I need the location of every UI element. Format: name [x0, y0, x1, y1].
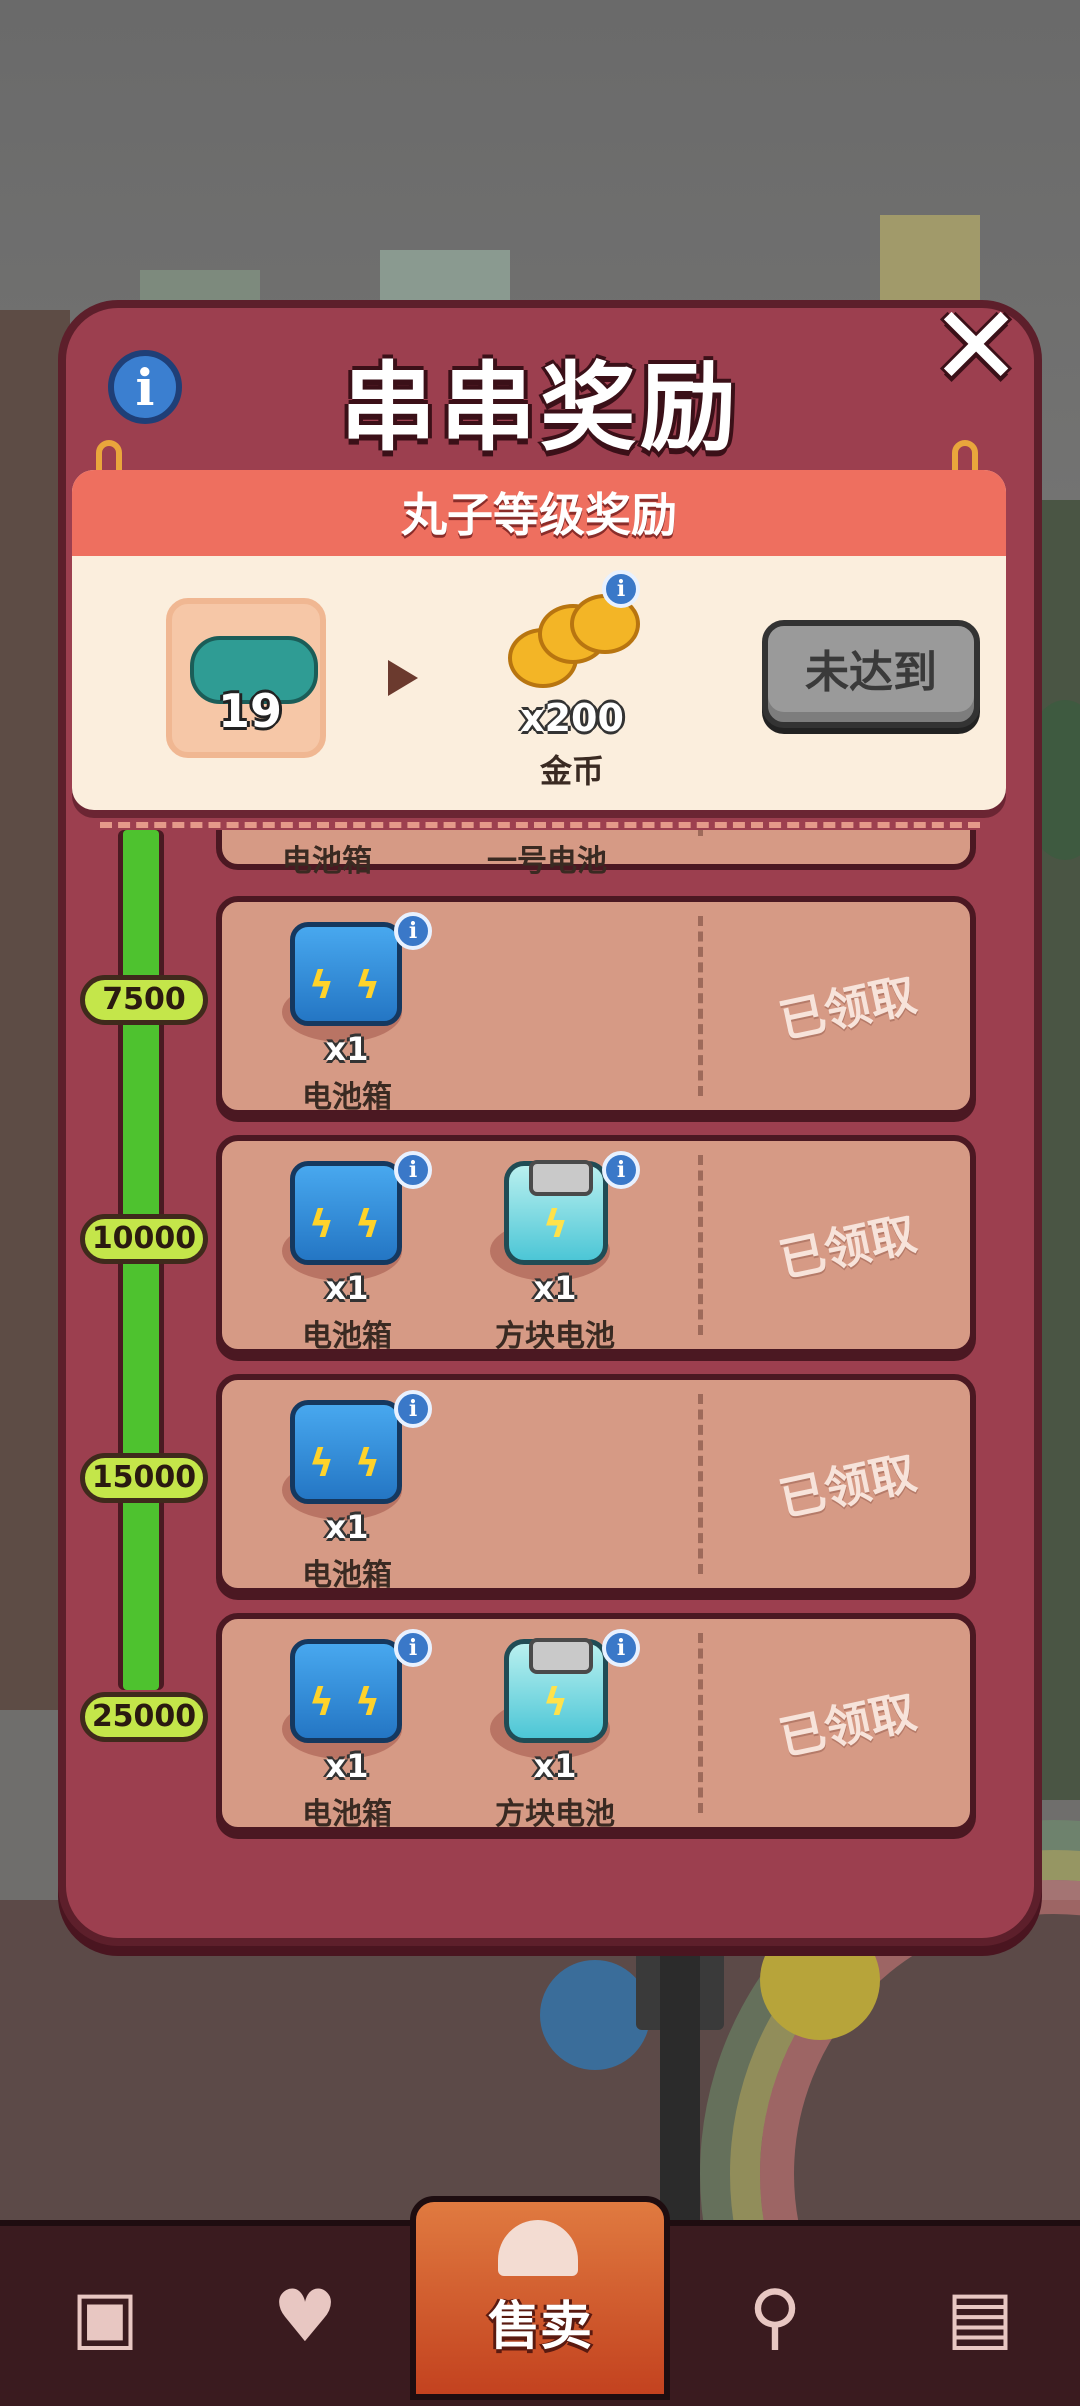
skewer-icon: ♥ [272, 2274, 338, 2358]
coin-reward-qty: x200 [520, 696, 624, 740]
claimed-stamp: 已领取 [774, 967, 921, 1049]
row-divider [698, 1394, 703, 1574]
battery-box-icon: ϟϟ [290, 1161, 402, 1265]
row-divider [698, 830, 703, 836]
current-level: 19 [218, 684, 283, 738]
divider [100, 822, 980, 828]
background-balloon [540, 1960, 650, 2070]
reward-item: ϟϟ i x1 电池箱 [272, 912, 432, 1115]
item-qty: x1 [533, 1747, 577, 1785]
reward-row: ϟϟ i x1 电池箱 ϟ i x1 方块电池 已领取 [216, 1135, 976, 1355]
item-info-button[interactable]: i [394, 1151, 432, 1189]
reward-item: ϟϟ i x1 电池箱 [272, 1629, 432, 1832]
battery-box-icon: ϟϟ [290, 922, 402, 1026]
person-pin-icon: ⚲ [748, 2274, 802, 2358]
reward-list[interactable]: 电池箱 一号电池 7500 ϟϟ i x1 电池箱 已领取 10000 ϟϟ i… [80, 830, 1000, 1880]
battery-box-icon: ϟϟ [290, 1639, 402, 1743]
arrow-right-icon [388, 660, 418, 696]
item-name: 电池箱 [302, 1558, 392, 1593]
nav-skewer[interactable]: ♥ [230, 2226, 380, 2406]
reward-row: ϟϟ i x1 电池箱 已领取 [216, 1374, 976, 1594]
row-divider [698, 1155, 703, 1335]
block-battery-icon: ϟ [504, 1638, 608, 1743]
nav-profile[interactable]: ⚲ [700, 2226, 850, 2406]
nav-sell-active[interactable]: 售卖 [410, 2196, 670, 2400]
sell-bell-icon [498, 2220, 578, 2276]
item-name: 电池箱 [302, 1080, 392, 1115]
item-info-button[interactable]: i [394, 1390, 432, 1428]
item-name: 电池箱 [282, 844, 372, 879]
reward-item: ϟ i x1 方块电池 [480, 1151, 640, 1354]
item-qty: x1 [325, 1747, 369, 1785]
item-name: 电池箱 [302, 1797, 392, 1832]
reward-item: ϟ i x1 方块电池 [480, 1629, 640, 1832]
item-info-button[interactable]: i [602, 1151, 640, 1189]
nav-shop[interactable]: ▣ [30, 2226, 180, 2406]
nav-bus[interactable]: ▤ [900, 2226, 1060, 2406]
battery-box-icon: ϟϟ [290, 1400, 402, 1504]
close-button[interactable]: ✕ [930, 291, 1022, 401]
coin-reward-name: 金币 [539, 752, 604, 790]
item-name: 方块电池 [495, 1319, 615, 1354]
item-qty: x1 [533, 1269, 577, 1307]
level-reward-header: 丸子等级奖励 [72, 470, 1006, 556]
reward-row-partial: 电池箱 一号电池 [216, 830, 976, 879]
shop-bag-icon: ▣ [70, 2274, 140, 2358]
coin-info-button[interactable]: i [602, 570, 640, 608]
item-info-button[interactable]: i [602, 1629, 640, 1667]
threshold-pill: 25000 [80, 1692, 208, 1742]
threshold-pill: 15000 [80, 1453, 208, 1503]
row-divider [698, 1633, 703, 1813]
item-name: 方块电池 [495, 1797, 615, 1832]
help-info-button[interactable]: i [108, 350, 182, 424]
row-divider [698, 916, 703, 1096]
gold-coins-icon [508, 594, 640, 704]
claimed-stamp: 已领取 [774, 1445, 921, 1527]
level-reward-card: 丸子等级奖励 19 i x200 金币 未达到 [72, 470, 1006, 810]
reward-row: ϟϟ i x1 电池箱 已领取 [216, 896, 976, 1116]
threshold-pill: 7500 [80, 975, 208, 1025]
threshold-pill: 10000 [80, 1214, 208, 1264]
item-info-button[interactable]: i [394, 1629, 432, 1667]
item-qty: x1 [325, 1030, 369, 1068]
item-name: 一号电池 [487, 844, 607, 879]
claim-status-button[interactable]: 未达到 [762, 620, 980, 728]
claimed-stamp: 已领取 [774, 1684, 921, 1766]
item-name: 电池箱 [302, 1319, 392, 1354]
item-qty: x1 [325, 1508, 369, 1546]
background-lamp-post [660, 1940, 700, 2240]
block-battery-icon: ϟ [504, 1160, 608, 1265]
bus-icon: ▤ [945, 2274, 1015, 2358]
claimed-stamp: 已领取 [774, 1206, 921, 1288]
item-qty: x1 [325, 1269, 369, 1307]
reward-item: ϟϟ i x1 电池箱 [272, 1151, 432, 1354]
item-info-button[interactable]: i [394, 912, 432, 950]
nav-sell-label: 售卖 [487, 2297, 592, 2357]
reward-item: ϟϟ i x1 电池箱 [272, 1390, 432, 1593]
skewer-level-tile: 19 [166, 598, 326, 758]
reward-row: ϟϟ i x1 电池箱 ϟ i x1 方块电池 已领取 [216, 1613, 976, 1833]
